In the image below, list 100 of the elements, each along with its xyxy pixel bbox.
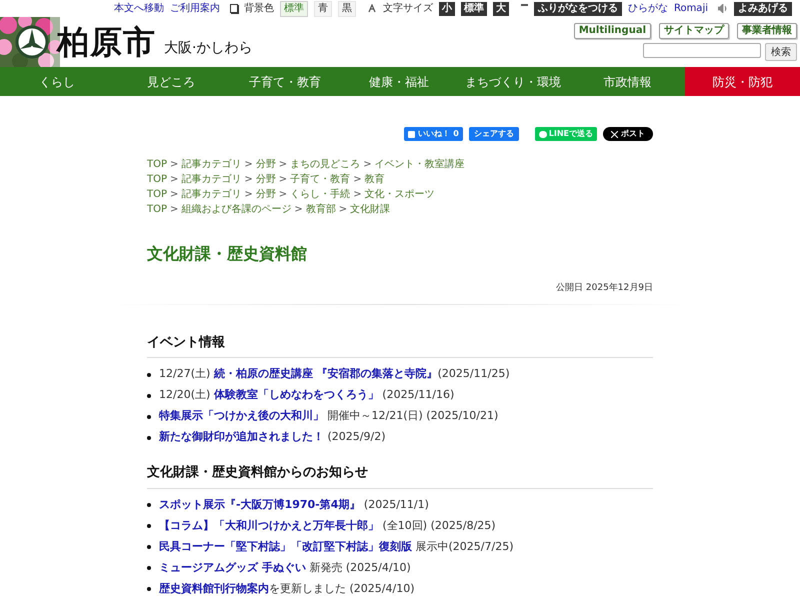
nav-tab[interactable]: 見どころ [114, 67, 228, 96]
news-link[interactable]: 【コラム】「大和川つけかえと万年長十郎」 [159, 518, 379, 534]
breadcrumb-link[interactable]: 組織および各課のページ [181, 202, 292, 217]
breadcrumb-link[interactable]: TOP [147, 172, 168, 187]
font-size-option[interactable]: 標準 [460, 2, 487, 16]
nav-tab[interactable]: まちづくり・環境 [456, 67, 570, 96]
section-heading: 文化財課・歴史資料館からのお知らせ [147, 463, 653, 488]
like-button[interactable]: いいね！ 0 [404, 127, 463, 141]
breadcrumb-link[interactable]: まちの見どころ [290, 157, 360, 172]
post-button[interactable]: ポスト [603, 127, 653, 141]
breadcrumb-link[interactable]: 分野 [256, 187, 276, 202]
breadcrumb-link[interactable]: TOP [147, 202, 168, 217]
breadcrumb-separator: > [363, 158, 372, 172]
breadcrumb-separator: > [170, 173, 178, 187]
breadcrumb-link[interactable]: 記事カテゴリ [181, 157, 242, 172]
utility-link[interactable]: ご利用案内 [170, 1, 220, 16]
news-text: (全10回) (2025/8/25) [381, 518, 496, 534]
news-link[interactable]: ミュージアムグッズ 手ぬぐい [159, 560, 306, 576]
nav-tab[interactable]: 健康・福祉 [342, 67, 456, 96]
nav-tab[interactable]: 子育て・教育 [228, 67, 342, 96]
breadcrumb-link[interactable]: 分野 [256, 172, 276, 187]
news-text: (2025/11/1) [362, 496, 429, 513]
city-name: 柏原市 [57, 26, 156, 58]
breadcrumb-separator: > [244, 158, 253, 172]
bullet-icon [147, 524, 151, 528]
news-link[interactable]: 歴史資料館刊行物案内 [159, 580, 269, 598]
search-button[interactable]: 検索 [765, 43, 797, 61]
breadcrumb-separator: > [170, 158, 178, 172]
city-tagline: 大阪·かしわら [164, 39, 252, 58]
news-link[interactable]: 続・柏原の歴史講座 『安宿郡の集落と寺院』 [214, 366, 438, 383]
breadcrumb-link[interactable]: イベント・教室講座 [374, 157, 465, 172]
breadcrumb-separator: > [170, 203, 178, 217]
breadcrumb-link[interactable]: 教育 [364, 172, 385, 187]
bullet-icon [147, 587, 151, 591]
background-color-option[interactable]: 黒 [338, 0, 356, 16]
news-text: 開催中～12/21(日) (2025/10/21) [326, 408, 498, 424]
like-count: 0 [453, 128, 459, 140]
breadcrumb-separator: > [353, 188, 362, 202]
news-text: (2025/11/16) [381, 387, 454, 404]
header-link[interactable]: 事業者情報 [737, 23, 797, 39]
breadcrumb-separator: > [278, 188, 288, 202]
bullet-icon [147, 414, 151, 418]
news-text: (2025/9/2) [326, 429, 386, 446]
breadcrumb-separator: > [338, 203, 348, 217]
background-color-option[interactable]: 標準 [280, 0, 308, 16]
speaker-icon [718, 4, 728, 13]
news-text: 12/20(土) [159, 387, 212, 404]
font-size-label: 文字サイズ [382, 2, 433, 16]
breadcrumb-separator: > [244, 173, 253, 187]
breadcrumb-link[interactable]: 記事カテゴリ [181, 187, 242, 202]
search-field[interactable] [643, 43, 761, 58]
bullet-icon [147, 394, 151, 398]
news-text: 12/27(土) [159, 366, 212, 382]
breadcrumb-link[interactable]: 文化・スポーツ [364, 187, 435, 202]
news-text: (2025/11/25) [438, 366, 510, 382]
breadcrumb-link[interactable]: 文化財課 [350, 202, 390, 217]
news-link[interactable]: 新たな御財印が追加されました！ [159, 429, 324, 446]
page-title: 文化財課・歴史資料館 [147, 243, 308, 265]
background-color-label: 背景色 [244, 2, 274, 16]
utility-link[interactable]: 本文へ移動 [114, 1, 164, 16]
header-link[interactable]: サイトマップ [659, 23, 729, 39]
breadcrumb-link[interactable]: 子育て・教育 [290, 172, 350, 187]
bullet-icon [147, 566, 151, 570]
breadcrumb-link[interactable]: 分野 [256, 157, 276, 172]
font-size-option[interactable]: 大 [492, 2, 509, 16]
header-link[interactable]: Multilingual [574, 23, 651, 39]
breadcrumb-separator: > [244, 188, 253, 202]
breadcrumb-link[interactable]: 教育部 [306, 202, 336, 217]
x-logo-icon [611, 130, 618, 138]
breadcrumb-separator: > [278, 173, 288, 187]
breadcrumb-separator: > [278, 158, 288, 172]
background-color-option[interactable]: 青 [314, 0, 332, 16]
bullet-icon [147, 545, 151, 549]
news-text: を更新しました (2025/4/10) [269, 580, 414, 597]
section-heading: イベント情報 [147, 332, 653, 358]
breadcrumb-link[interactable]: TOP [147, 157, 168, 172]
breadcrumb-separator: > [294, 203, 303, 217]
nav-tab[interactable]: くらし [0, 67, 114, 96]
news-link[interactable]: 体験教室「しめなわをつくろう」 [214, 387, 379, 404]
news-link[interactable]: 民具コーナー「堅下村誌」「改訂堅下村誌」復刻版 [159, 538, 412, 556]
breadcrumb-link[interactable]: 記事カテゴリ [181, 172, 242, 187]
read-aloud-button[interactable]: よみあげる [734, 2, 792, 16]
news-link[interactable]: スポット展示『-大阪万博1970-第4期』 [159, 496, 360, 514]
page-icon [230, 4, 238, 13]
nav-tab[interactable]: 市政情報 [570, 67, 685, 96]
font-size-option[interactable]: 小 [438, 2, 455, 16]
published-date: 公開日 2025年12月9日 [556, 282, 653, 295]
nav-tab[interactable]: 防災・防犯 [685, 67, 800, 96]
breadcrumb-separator: > [353, 173, 362, 187]
share-button[interactable]: シェアする [468, 127, 519, 141]
speech-bubble-icon [538, 130, 547, 138]
bullet-icon [147, 372, 151, 376]
news-link[interactable]: 特集展示「つけかえ後の大和川」 [159, 408, 324, 425]
breadcrumb-link[interactable]: くらし・手続 [290, 187, 350, 202]
breadcrumb-link[interactable]: TOP [147, 187, 168, 202]
furigana-button[interactable]: ふりがなをつける [534, 2, 622, 16]
bullet-icon [147, 503, 151, 507]
language-link[interactable]: ひらがな [628, 1, 668, 16]
breadcrumb-separator: > [170, 188, 178, 202]
language-link[interactable]: Romaji [674, 1, 708, 16]
